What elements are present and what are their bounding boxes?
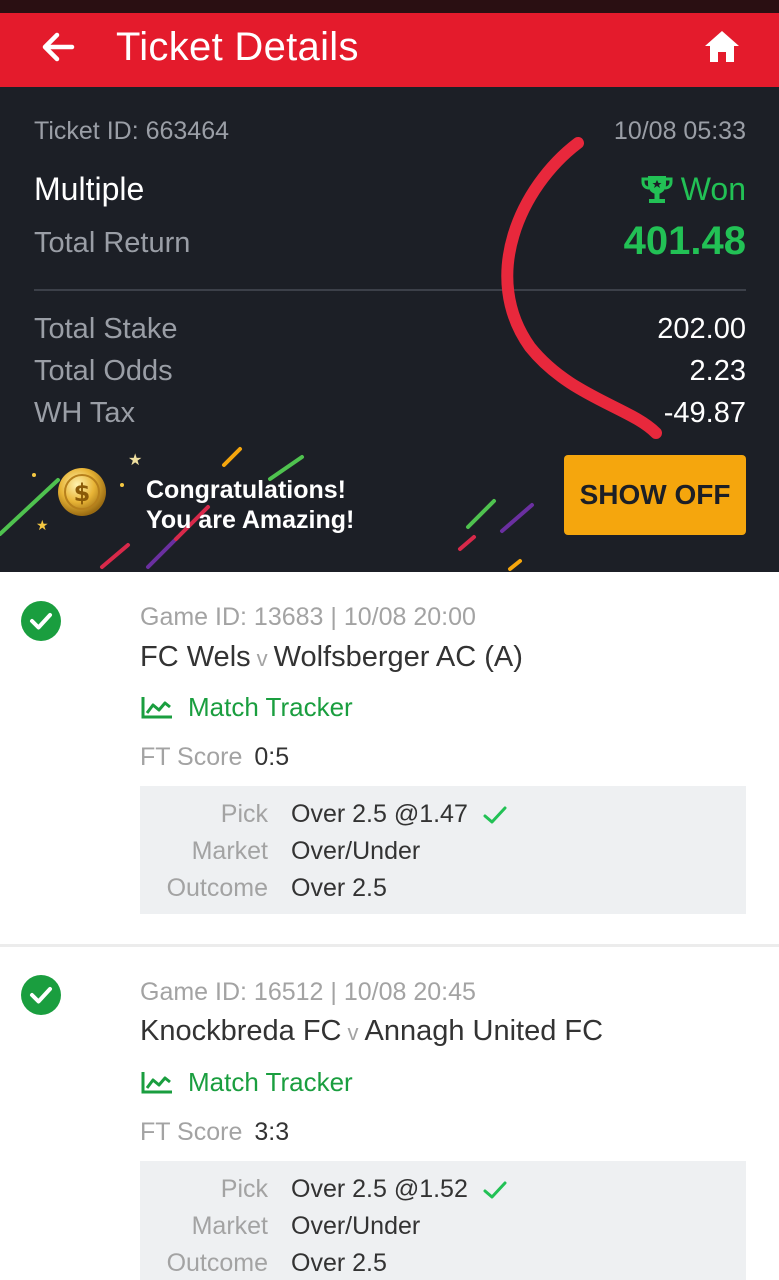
chart-line-icon [141,696,172,718]
selection-card: Game ID: 16512 | 10/08 20:45 Knockbreda … [0,947,779,1280]
pick-value: Over 2.5 @1.52 [291,1175,468,1203]
pick-details: Pick Over 2.5 @1.52 Market Over/Under Ou… [140,1161,746,1280]
match-teams: Knockbreda FC v Annagh United FC [140,1015,603,1048]
pick-value-wrap: Over 2.5 @1.52 [291,1175,508,1204]
coin-icon: $ [58,468,106,516]
total-return-value: 401.48 [623,219,746,263]
total-return-label: Total Return [34,227,191,259]
status-badge: Won [639,171,746,208]
total-odds-label: Total Odds [34,355,173,387]
trophy-icon [641,175,673,203]
pick-value-wrap: Over 2.5 @1.47 [291,800,508,829]
ft-score: FT Score 0:5 [140,743,289,772]
ticket-id: Ticket ID: 663464 [34,117,230,145]
status-bar [0,0,779,13]
ft-score-value: 3:3 [254,1118,290,1146]
ticket-summary: ★ ★ Ticket ID: 663464 10/08 05:33 Multip… [0,87,779,572]
back-arrow-icon [42,32,75,62]
game-meta: Game ID: 13683 | 10/08 20:00 [140,603,476,631]
match-tracker-link[interactable]: Match Tracker [140,692,353,723]
market-value: Over/Under [291,837,421,865]
ft-score-value: 0:5 [254,743,290,771]
versus-label: v [347,1020,359,1045]
outcome-value: Over 2.5 [291,1249,387,1277]
checkmark-icon [483,1181,507,1198]
home-team: Knockbreda FC [140,1015,342,1047]
pick-value: Over 2.5 @1.47 [291,800,468,828]
svg-text:★: ★ [128,450,142,469]
svg-text:$: $ [74,479,91,507]
congrats-text: Congratulations! You are Amazing! [146,475,354,535]
summary-divider [34,289,746,291]
check-circle-icon [21,975,61,1015]
wh-tax-value: -49.87 [663,397,746,429]
outcome-value: Over 2.5 [291,874,387,902]
status-label: Won [680,171,746,207]
selection-card: Game ID: 13683 | 10/08 20:00 FC Wels v Wol… [0,572,779,944]
home-team: FC Wels [140,641,251,673]
check-circle-icon [21,601,61,641]
home-button[interactable] [698,23,746,71]
ft-score: FT Score 3:3 [140,1118,289,1147]
bet-type: Multiple [34,171,145,207]
pick-label: Pick [220,1175,268,1203]
congrats-line-1: Congratulations! [146,476,346,504]
ft-score-label: FT Score [140,743,243,771]
ft-score-label: FT Score [140,1118,243,1146]
chart-line-icon [141,1071,172,1093]
total-stake-label: Total Stake [34,313,178,345]
match-tracker-link[interactable]: Match Tracker [140,1067,353,1098]
back-button[interactable] [36,25,80,69]
total-stake-value: 202.00 [657,313,746,345]
away-team: Wolfsberger AC (A) [273,641,523,673]
app-bar: Ticket Details [0,13,779,87]
market-value: Over/Under [291,1212,421,1240]
pick-details: Pick Over 2.5 @1.47 Market Over/Under Ou… [140,786,746,914]
home-icon [705,31,739,62]
ticket-datetime: 10/08 05:33 [613,117,746,145]
checkmark-icon [483,806,507,823]
congrats-line-2: You are Amazing! [146,506,355,534]
market-label: Market [191,837,268,865]
wh-tax-label: WH Tax [34,397,135,429]
page-title: Ticket Details [116,25,359,69]
match-teams: FC Wels v Wolfsberger AC (A) [140,641,523,674]
game-meta: Game ID: 16512 | 10/08 20:45 [140,978,476,1006]
versus-label: v [256,646,268,671]
show-off-button[interactable]: SHOW OFF [564,455,746,535]
match-tracker-label: Match Tracker [188,1067,353,1097]
total-odds-value: 2.23 [689,355,746,387]
pick-label: Pick [220,800,268,828]
market-label: Market [191,1212,268,1240]
match-tracker-label: Match Tracker [188,692,353,722]
outcome-label: Outcome [166,1249,268,1277]
away-team: Annagh United FC [364,1015,604,1047]
outcome-label: Outcome [166,874,268,902]
svg-text:★: ★ [36,518,49,534]
